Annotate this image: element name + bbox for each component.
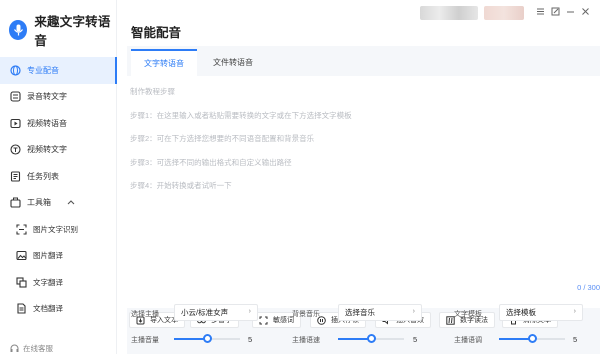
sidebar-item-image-ocr[interactable]: 图片文字识别 — [0, 216, 117, 243]
pitch-value: 5 — [573, 335, 578, 344]
volume-label: 主播音量 — [131, 337, 159, 344]
avatar[interactable] — [420, 6, 478, 20]
sidebar-item-professional-dubbing[interactable]: 专业配音 — [0, 57, 117, 84]
bgm-value: 选择音乐 — [345, 308, 375, 317]
volume-value: 5 — [248, 335, 253, 344]
template-select[interactable]: 选择模板 › — [499, 304, 583, 321]
bgm-label: 背景音乐 — [292, 311, 320, 318]
minimize-icon[interactable] — [565, 6, 575, 16]
bgm-select[interactable]: 选择音乐 › — [338, 304, 422, 321]
sidebar-item-label: 视频转文字 — [27, 145, 67, 155]
sidebar-item-label: 录音转文字 — [27, 92, 67, 102]
chevron-up-icon[interactable] — [67, 198, 75, 207]
slider-thumb[interactable] — [202, 334, 212, 343]
chevron-right-icon: › — [412, 308, 415, 315]
template-label: 文字模板 — [454, 311, 482, 318]
step-2: 步骤2：可在下方选择您想要的不同语音配置和背景音乐 — [130, 134, 315, 143]
speed-label: 主播语速 — [292, 337, 320, 344]
record-icon — [10, 91, 21, 102]
anchor-label: 选择主播 — [131, 311, 159, 318]
microphone-logo-icon — [9, 20, 28, 40]
sidebar-item-label: 专业配音 — [27, 65, 59, 75]
step-4: 步骤4：开始转换或者试听一下 — [130, 181, 232, 190]
sidebar-item-label: 文字翻译 — [33, 277, 63, 287]
editor-placeholder: 制作教程步骤 步骤1：在这里输入或者粘贴需要转换的文字或在下方选择文字模板 步骤… — [130, 86, 352, 204]
text-editor[interactable]: 制作教程步骤 步骤1：在这里输入或者粘贴需要转换的文字或在下方选择文字模板 步骤… — [127, 76, 600, 308]
pitch-slider[interactable] — [499, 334, 565, 344]
step-1: 步骤1：在这里输入或者粘贴需要转换的文字或在下方选择文字模板 — [130, 110, 352, 120]
anchor-select[interactable]: 小云/标准女声 › — [174, 304, 258, 321]
tab-text-to-speech[interactable]: 文字转语音 — [131, 49, 197, 76]
sidebar-item-record-to-text[interactable]: 录音转文字 — [0, 84, 117, 111]
speed-slider[interactable] — [338, 334, 404, 344]
sidebar-item-doc-translate[interactable]: 文档翻译 — [0, 296, 117, 323]
ocr-icon — [16, 224, 27, 235]
volume-slider[interactable] — [174, 334, 240, 344]
sidebar-item-video-to-audio[interactable]: 视频转语音 — [0, 110, 117, 137]
brand: 来趣文字转语音 — [9, 11, 116, 49]
anchor-value: 小云/标准女声 — [181, 308, 229, 317]
sidebar-item-video-to-text[interactable]: 视频转文字 — [0, 137, 117, 164]
sidebar-item-label: 视频转语音 — [27, 118, 67, 128]
slider-thumb[interactable] — [366, 334, 376, 343]
char-counter: 0 / 300 — [577, 283, 600, 292]
sidebar-nav: 专业配音 录音转文字 视频转语音 视频转文字 任务列表 工具箱 图片文字识别 图… — [0, 57, 117, 322]
text-translate-icon — [16, 277, 27, 288]
online-support-label: 在线客服 — [23, 344, 53, 353]
sidebar-item-label: 文档翻译 — [33, 304, 63, 314]
tab-bar: 文字转语音 文件转语音 — [127, 46, 600, 76]
template-value: 选择模板 — [506, 308, 536, 317]
video-text-icon — [10, 144, 21, 155]
chevron-right-icon: › — [573, 308, 576, 315]
page-title: 智能配音 — [131, 26, 182, 40]
globe-icon — [10, 65, 21, 76]
step-3: 步骤3：可选择不同的输出格式和自定义输出路径 — [130, 157, 292, 167]
slider-thumb[interactable] — [527, 334, 537, 343]
sidebar-item-text-translate[interactable]: 文字翻译 — [0, 269, 117, 296]
sidebar-item-label: 图片翻译 — [33, 251, 63, 261]
sidebar-item-label: 工具箱 — [27, 198, 51, 208]
sidebar: 来趣文字转语音 专业配音 录音转文字 视频转语音 视频转文字 任务列表 工具箱 — [0, 0, 117, 354]
sidebar-item-image-translate[interactable]: 图片翻译 — [0, 243, 117, 270]
sidebar-item-task-list[interactable]: 任务列表 — [0, 163, 117, 190]
headset-icon — [10, 344, 19, 353]
tab-file-to-speech[interactable]: 文件转语音 — [199, 49, 267, 76]
doc-translate-icon — [16, 303, 27, 314]
menu-icon[interactable] — [535, 6, 545, 16]
sidebar-item-label: 任务列表 — [27, 171, 59, 181]
close-icon[interactable] — [580, 6, 590, 16]
speed-value: 5 — [413, 335, 418, 344]
toolbox-icon — [10, 197, 21, 208]
window-controls — [535, 6, 590, 16]
pitch-label: 主播语调 — [454, 337, 482, 344]
edit-icon[interactable] — [550, 6, 560, 16]
user-info[interactable] — [484, 6, 524, 20]
voice-settings: 选择主播 小云/标准女声 › 背景音乐 选择音乐 › 文字模板 选择模板 › 主… — [127, 303, 600, 354]
task-list-icon — [10, 171, 21, 182]
steps-heading: 制作教程步骤 — [130, 87, 175, 96]
image-translate-icon — [16, 250, 27, 261]
video-icon — [10, 118, 21, 129]
sidebar-item-toolbox[interactable]: 工具箱 — [0, 190, 117, 217]
online-support-link[interactable]: 在线客服 — [10, 343, 53, 354]
chevron-right-icon: › — [248, 308, 251, 315]
sidebar-item-label: 图片文字识别 — [33, 224, 78, 234]
app-name: 来趣文字转语音 — [34, 15, 111, 48]
